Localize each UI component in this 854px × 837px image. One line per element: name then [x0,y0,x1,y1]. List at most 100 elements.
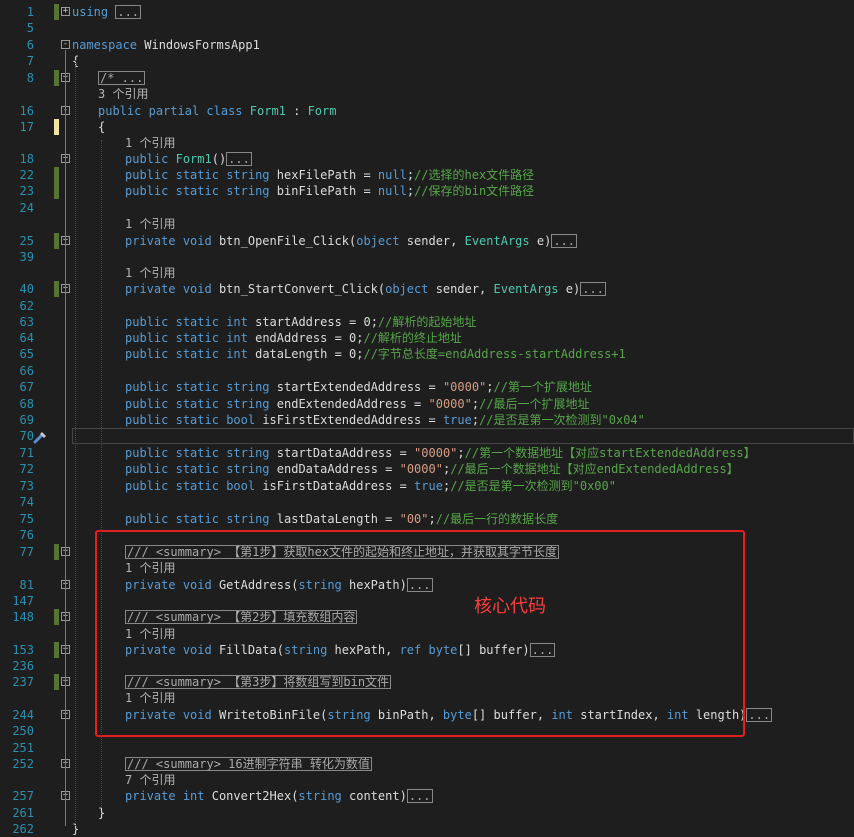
code-token: private [125,234,176,248]
codelens-references[interactable]: 7 个引用 [125,773,175,787]
change-marker [54,119,59,135]
code-text[interactable]: 1 个引用 [125,265,175,281]
code-text[interactable]: public static string endDataAddress = "0… [125,461,739,477]
quick-action-screwdriver-icon[interactable] [33,430,49,444]
code-text[interactable]: private int Convert2Hex(string content).… [125,788,433,804]
code-text[interactable]: public Form1()... [125,151,252,167]
code-text[interactable]: public static bool isFirstExtendedAddres… [125,412,645,428]
code-text[interactable]: public static int dataLength = 0;//字节总长度… [125,346,626,362]
line-number: 262 [12,822,34,836]
code-line[interactable]: 6 - namespace WindowsFormsApp1 [0,37,854,53]
codelens-references[interactable]: 3 个引用 [98,87,148,101]
code-line[interactable]: 62 [0,298,854,314]
code-line[interactable]: 22 public static string hexFilePath = nul… [0,167,854,183]
line-number: 64 [19,331,34,345]
code-line[interactable]: 67 public static string startExtendedAddr… [0,379,854,395]
code-line[interactable]: 40 + private void btn_StartConvert_Click(o… [0,281,854,297]
code-line[interactable]: 39 [0,249,854,265]
code-editor[interactable]: 1 + using ... 5 6 - namespace WindowsFormsApp1… [0,0,854,836]
expand-icon[interactable]: + [61,7,70,16]
code-line[interactable]: 23 public static string binFilePath = nul… [0,183,854,199]
code-line[interactable]: 262} [0,821,854,837]
code-line[interactable]: 7{ [0,53,854,69]
code-text[interactable]: private void btn_StartConvert_Click(obje… [125,281,606,297]
code-token: static [175,479,219,493]
code-token: : [285,104,308,118]
code-line[interactable]: 75 public static string lastDataLength = … [0,511,854,527]
code-line[interactable]: 17 { [0,119,854,135]
line-number: 68 [19,397,34,411]
code-line[interactable]: 7 个引用 [0,772,854,788]
code-line[interactable]: 1 + using ... [0,4,854,20]
code-line[interactable]: 71 public static string startDataAddress … [0,445,854,461]
code-text[interactable]: public static string binFilePath = null;… [125,183,534,199]
collapsed-region[interactable]: ... [580,282,606,296]
collapsed-region[interactable]: ... [406,789,433,803]
code-text[interactable]: /// <summary> 16进制字符串 转化为数值 [125,756,372,772]
code-line[interactable]: 69 public static bool isFirstExtendedAddr… [0,412,854,428]
code-line[interactable]: 63 public static int startAddress = 0;//解… [0,314,854,330]
code-text[interactable]: public static int startAddress = 0;//解析的… [125,314,476,330]
code-token: ; [471,413,480,427]
collapsed-region[interactable]: ... [551,234,578,248]
code-line[interactable]: 70 [0,428,854,444]
code-text[interactable]: public static string hexFilePath = null;… [125,167,534,183]
code-line[interactable]: 16- public partial class Form1 : Form [0,103,854,119]
code-text[interactable]: public static string startDataAddress = … [125,445,756,461]
code-line[interactable]: 64 public static int endAddress = 0;//解析的… [0,330,854,346]
code-text[interactable]: using ... [72,4,142,20]
code-token: int [226,347,248,361]
codelens-references[interactable]: 1 个引用 [125,136,175,150]
code-line[interactable]: 3 个引用 [0,86,854,102]
code-line[interactable]: 5 [0,20,854,36]
code-text[interactable]: public static int endAddress = 0;//解析的终止… [125,330,462,346]
code-text[interactable]: public static string endExtendedAddress … [125,396,590,412]
code-text[interactable]: 7 个引用 [125,772,175,788]
code-line[interactable]: 73 public static bool isFirstDataAddress … [0,478,854,494]
code-text[interactable]: private void btn_OpenFile_Click(object s… [125,233,578,249]
collapsed-region[interactable]: /// <summary> 16进制字符串 转化为数值 [125,757,372,771]
codelens-references[interactable]: 1 个引用 [125,266,175,280]
codelens-references[interactable]: 1 个引用 [125,217,175,231]
code-line[interactable]: 68 public static string endExtendedAddres… [0,396,854,412]
code-line[interactable]: 261} [0,805,854,821]
code-line[interactable]: 65 public static int dataLength = 0;//字节总… [0,346,854,362]
collapse-icon[interactable]: - [61,40,70,49]
collapsed-region[interactable]: ... [115,5,142,19]
code-line[interactable]: 66 [0,363,854,379]
code-line[interactable]: 18 + public Form1()... [0,151,854,167]
code-line[interactable]: 1 个引用 [0,265,854,281]
code-token: string [226,512,270,526]
code-line[interactable]: 252 +/// <summary> 16进制字符串 转化为数值 [0,756,854,772]
code-line[interactable]: 251 [0,740,854,756]
code-line[interactable]: 74 [0,494,854,510]
code-line[interactable]: 8 +/* ... [0,70,854,86]
code-line[interactable]: 257 + private int Convert2Hex(string conte… [0,788,854,804]
code-token: public [98,104,142,118]
code-text[interactable]: 3 个引用 [98,86,148,102]
code-text[interactable]: 1 个引用 [125,135,175,151]
code-text[interactable]: public partial class Form1 : Form [98,103,336,119]
code-text[interactable]: namespace WindowsFormsApp1 [72,37,260,53]
code-token: public [125,152,169,166]
code-text[interactable]: { [98,119,105,135]
code-line[interactable]: 24 [0,200,854,216]
code-text[interactable]: public static string lastDataLength = "0… [125,511,558,527]
code-line[interactable]: 1 个引用 [0,135,854,151]
collapsed-region[interactable]: ... [746,708,773,722]
code-text[interactable]: /* ... [98,70,146,86]
code-text[interactable]: 1 个引用 [125,216,175,232]
line-number: 72 [19,462,34,476]
collapsed-region[interactable]: /* ... [98,71,146,85]
code-line[interactable]: 25 + private void btn_OpenFile_Click(objec… [0,233,854,249]
code-text[interactable]: public static string startExtendedAddres… [125,379,592,395]
code-token: true [414,479,443,493]
collapsed-region[interactable]: ... [226,152,252,166]
code-text[interactable]: public static bool isFirstDataAddress = … [125,478,616,494]
code-line[interactable]: 1 个引用 [0,216,854,232]
code-line[interactable]: 72 public static string endDataAddress = … [0,461,854,477]
line-number: 251 [12,741,34,755]
